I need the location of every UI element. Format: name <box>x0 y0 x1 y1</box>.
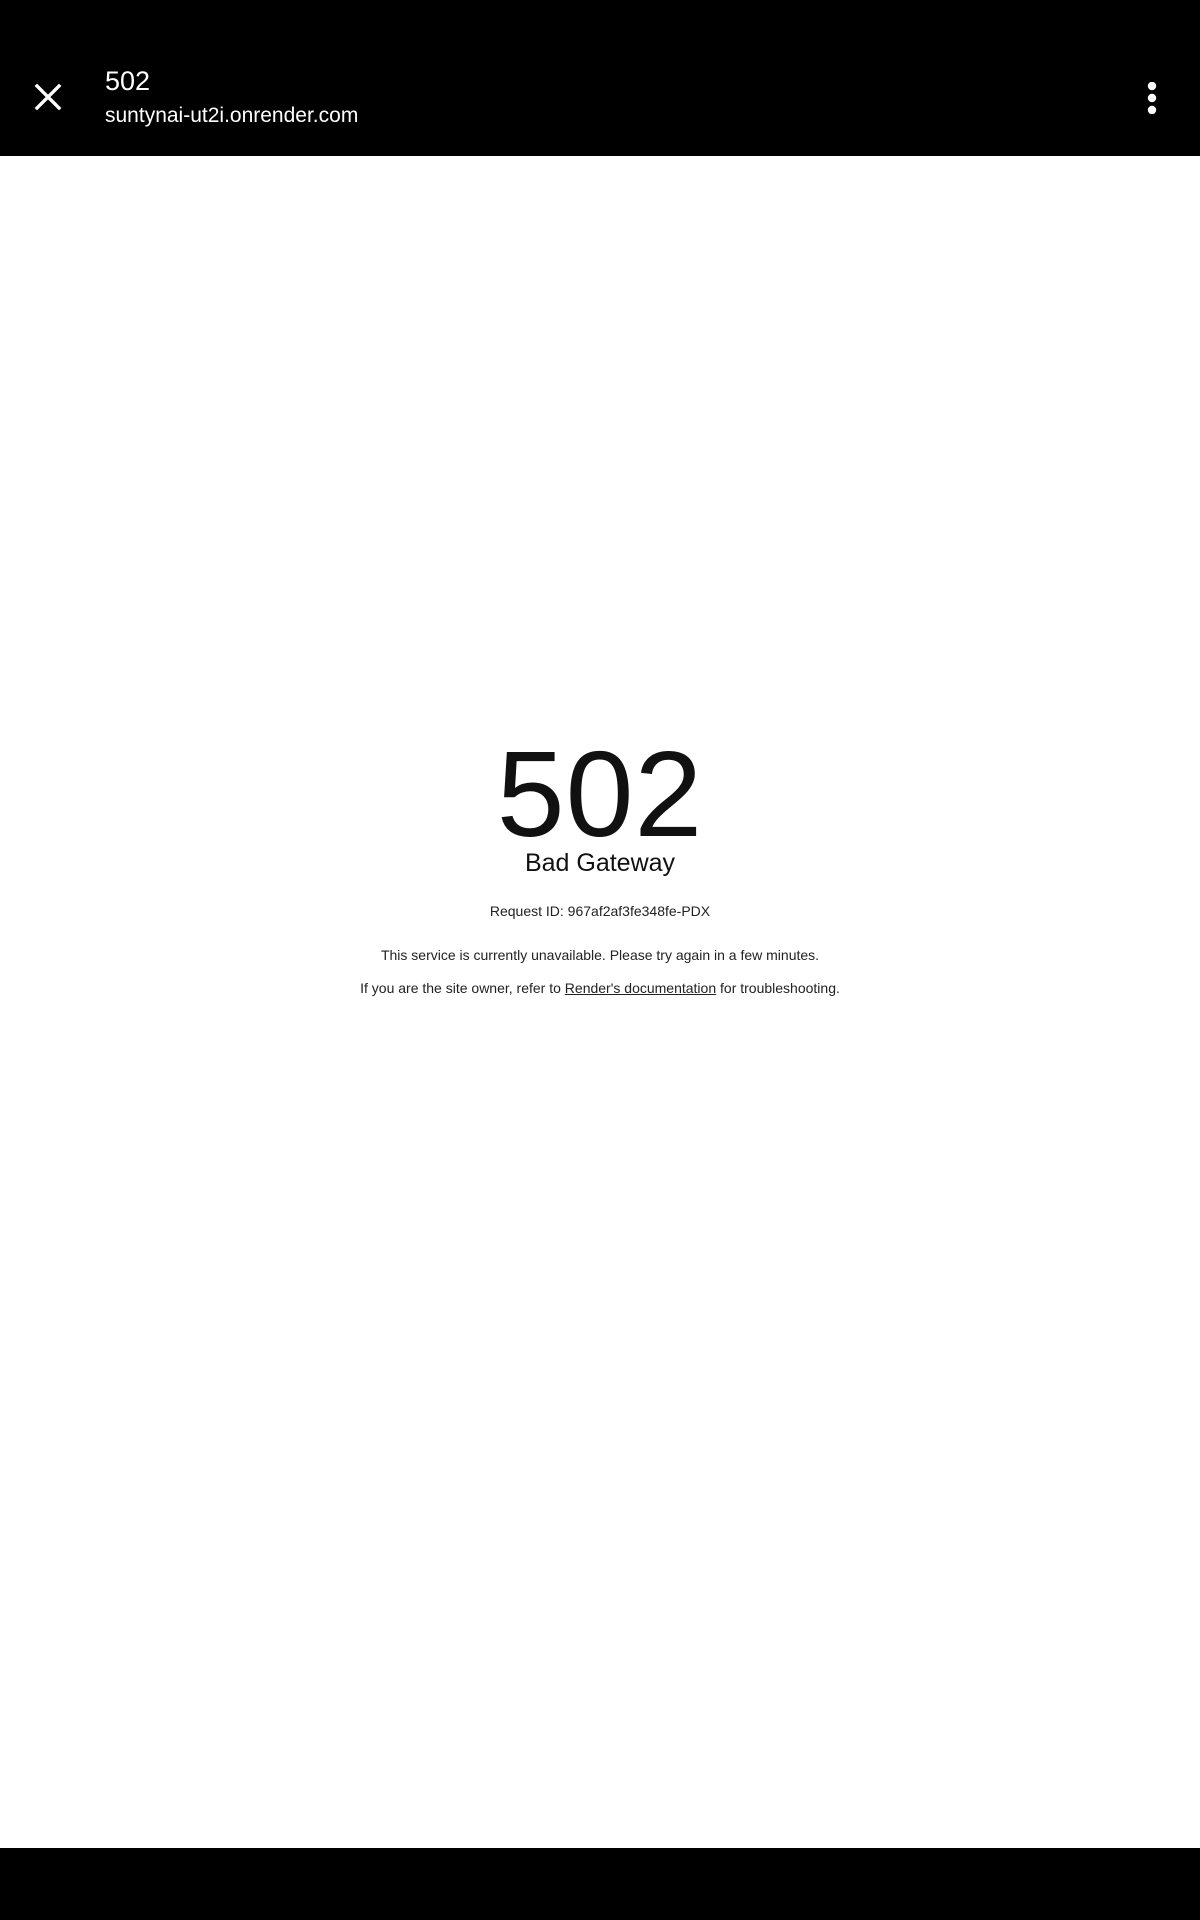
request-id: Request ID: 967af2af3fe348fe-PDX <box>489 903 711 919</box>
page-url[interactable]: suntynai-ut2i.onrender.com <box>105 102 358 130</box>
owner-message-suffix: for troubleshooting. <box>716 980 840 996</box>
render-docs-link[interactable]: Render's documentation <box>565 980 716 996</box>
custom-tab-toolbar: 502 suntynai-ut2i.onrender.com <box>0 0 1200 156</box>
page-title: 502 <box>105 66 151 96</box>
error-code: 502 <box>496 726 704 862</box>
tab-title-block: 502 suntynai-ut2i.onrender.com <box>105 64 358 130</box>
close-icon <box>34 83 62 111</box>
more-options-button[interactable] <box>1130 76 1174 120</box>
unavailable-message: This service is currently unavailable. P… <box>380 947 820 963</box>
navigation-bar <box>0 1848 1200 1920</box>
web-content <box>0 156 1200 1848</box>
close-button[interactable] <box>24 73 72 121</box>
more-vert-icon <box>1147 82 1157 114</box>
error-panel: 502 Bad Gateway Request ID: 967af2af3fe3… <box>0 726 1200 996</box>
error-title: Bad Gateway <box>524 849 676 877</box>
owner-message-prefix: If you are the site owner, refer to <box>360 980 565 996</box>
browser-screen: 502 suntynai-ut2i.onrender.com 502 Bad G… <box>0 0 1200 1920</box>
owner-message: If you are the site owner, refer to Rend… <box>0 980 1200 996</box>
